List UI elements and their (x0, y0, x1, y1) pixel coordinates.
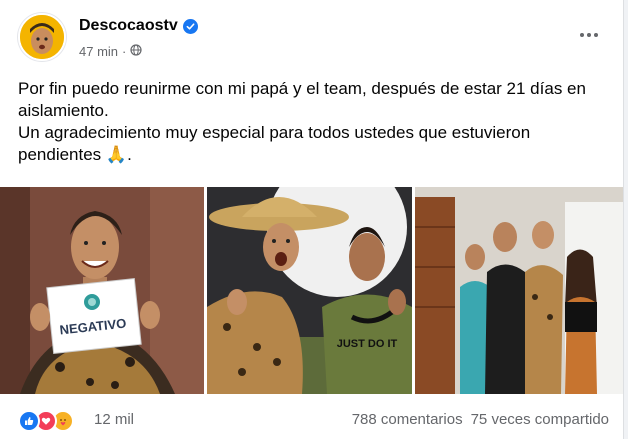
post-text-end: . (127, 145, 132, 164)
photo-2[interactable]: JUST DO IT (207, 187, 412, 394)
post-text-line-2-text: Un agradecimiento muy especial para todo… (18, 123, 531, 164)
post-meta: 47 min · (79, 44, 142, 59)
photo-grid: NEGATIVO JUST DO IT (0, 187, 623, 394)
post-footer: 12 mil 788 comentarios 75 veces comparti… (18, 407, 609, 432)
reaction-icons[interactable] (18, 410, 74, 432)
author-name[interactable]: Descocaostv (79, 17, 198, 35)
post-header: Descocaostv 47 min · (18, 13, 609, 65)
like-reaction-icon[interactable] (18, 410, 40, 432)
author-name-text[interactable]: Descocaostv (79, 17, 178, 35)
photo-1[interactable]: NEGATIVO (0, 187, 204, 394)
reaction-count[interactable]: 12 mil (94, 411, 134, 428)
post-card: Descocaostv 47 min · Por fin puedo reuni… (0, 0, 624, 439)
globe-icon (130, 44, 142, 59)
more-options-icon[interactable] (575, 25, 603, 45)
shares-count[interactable]: 75 veces compartido (471, 411, 609, 428)
post-text-line-2: Un agradecimiento muy especial para todo… (18, 122, 608, 166)
post-stats: 788 comentarios 75 veces compartido (352, 411, 609, 428)
meta-separator: · (122, 44, 127, 59)
comments-count[interactable]: 788 comentarios (352, 411, 463, 428)
post-text-line-1: Por fin puedo reunirme con mi papá y el … (18, 79, 586, 120)
avatar[interactable] (18, 13, 66, 61)
post-body: Por fin puedo reunirme con mi papá y el … (18, 78, 608, 166)
shirt-text: JUST DO IT (337, 338, 398, 350)
post-time[interactable]: 47 min (79, 44, 118, 59)
verified-badge-icon (182, 18, 198, 34)
photo-3[interactable] (415, 187, 623, 394)
pray-emoji: 🙏 (105, 145, 128, 164)
